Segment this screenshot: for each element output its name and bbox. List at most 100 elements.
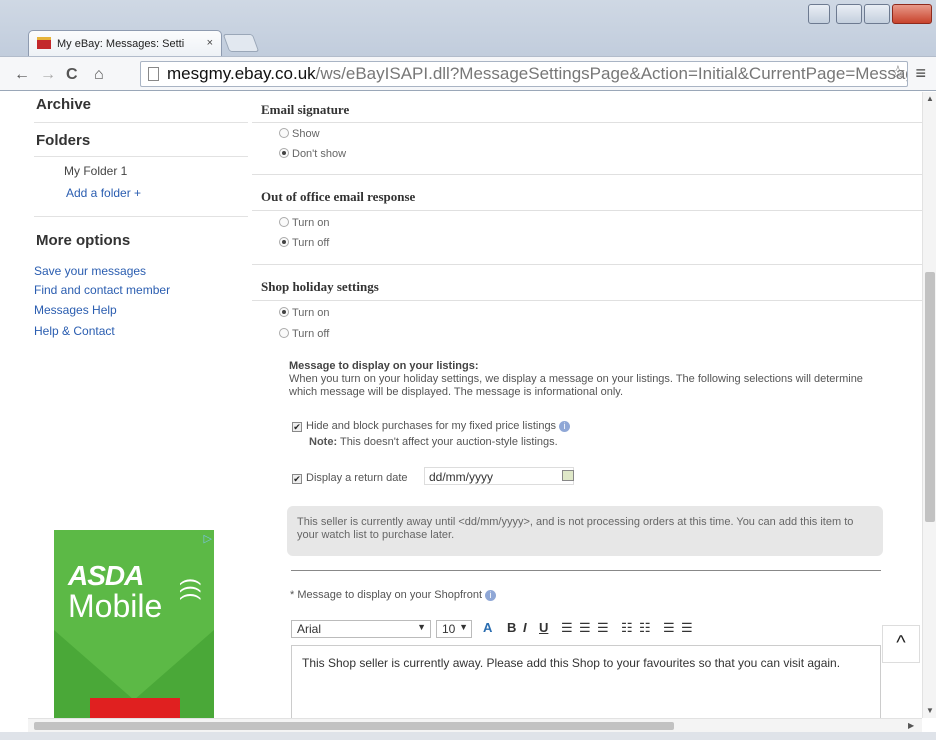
find-contact-member-link[interactable]: Find and contact member	[34, 283, 170, 297]
add-folder-link[interactable]: Add a folder +	[66, 186, 141, 200]
shop-holiday-turn-off-radio[interactable]: Turn off	[279, 328, 329, 340]
radio-icon	[279, 328, 289, 338]
shopfront-message-label: * Message to display on your Shopfront	[290, 589, 483, 601]
indent-icon[interactable]: ☰	[681, 620, 693, 636]
divider	[34, 216, 248, 217]
info-icon[interactable]: i	[559, 421, 571, 432]
close-window-button[interactable]	[892, 4, 932, 24]
align-right-icon[interactable]: ☰	[597, 620, 609, 636]
radio-icon	[279, 217, 289, 227]
scroll-to-top-button[interactable]: ^	[882, 625, 920, 663]
asda-mobile-ad[interactable]: ▷ ASDA Mobile )))	[54, 530, 214, 730]
sidebar: Archive Folders My Folder 1 Add a folder…	[28, 92, 250, 730]
window-bottom-edge	[0, 732, 936, 740]
bullet-list-icon[interactable]: ☷	[639, 620, 651, 636]
italic-icon[interactable]: I	[523, 620, 527, 635]
forward-button[interactable]: →	[40, 66, 56, 84]
return-date-label: Display a return date	[306, 472, 408, 484]
email-signature-show-radio[interactable]: Show	[279, 128, 320, 140]
align-left-icon[interactable]: ☰	[561, 620, 573, 636]
return-date-checkbox[interactable]: ✔	[292, 474, 302, 484]
editor-toolbar: Arial ▼ 10 ▼ A B I U ☰ ☰ ☰ ☷ ☷ ☰ ☰	[291, 617, 881, 641]
divider	[291, 570, 881, 571]
new-tab-button[interactable]	[222, 34, 260, 52]
url-path: /ws/eBayISAPI.dll?MessageSettingsPage&Ac…	[315, 64, 908, 83]
return-date-input[interactable]: dd/mm/yyyy	[424, 467, 574, 485]
help-contact-link[interactable]: Help & Contact	[34, 324, 115, 338]
out-of-office-turn-on-radio[interactable]: Turn on	[279, 217, 330, 229]
url-host: mesgmy.ebay.co.uk	[167, 64, 316, 83]
bold-icon[interactable]: B	[507, 620, 516, 635]
message-listings-description: When you turn on your holiday settings, …	[289, 373, 863, 398]
scroll-down-arrow-icon[interactable]: ▼	[926, 706, 934, 715]
reload-button[interactable]: C	[66, 66, 78, 84]
return-date-row: ✔ Display a return date	[292, 472, 408, 485]
text-color-icon[interactable]: A	[483, 620, 492, 635]
browser-menu-icon[interactable]: ≡	[915, 63, 926, 84]
out-of-office-turn-off-radio[interactable]: Turn off	[279, 237, 329, 249]
radio-icon	[279, 237, 289, 247]
shopfront-message-label-row: * Message to display on your Shopfront i	[290, 589, 497, 602]
out-of-office-heading: Out of office email response	[261, 189, 416, 204]
browser-tab[interactable]: My eBay: Messages: Setti ×	[28, 30, 222, 56]
outdent-icon[interactable]: ☰	[663, 620, 675, 636]
divider	[252, 210, 922, 211]
horizontal-scrollbar[interactable]: ▶	[28, 718, 922, 732]
underline-icon[interactable]: U	[539, 620, 548, 635]
hide-block-purchases-row: ✔ Hide and block purchases for my fixed p…	[292, 420, 571, 433]
radio-icon	[279, 307, 289, 317]
font-family-select[interactable]: Arial ▼	[291, 620, 431, 638]
chevron-down-icon: ▼	[417, 622, 426, 632]
hide-block-purchases-checkbox[interactable]: ✔	[292, 422, 302, 432]
back-button[interactable]: ←	[14, 66, 30, 84]
radio-icon	[279, 148, 289, 158]
ebay-favicon-icon	[37, 37, 51, 49]
ad-brand-mobile: Mobile	[68, 588, 163, 624]
font-size-select[interactable]: 10 ▼	[436, 620, 472, 638]
sidebar-item-my-folder-1[interactable]: My Folder 1	[64, 164, 127, 178]
scroll-up-arrow-icon[interactable]: ▲	[926, 94, 934, 103]
vertical-scroll-thumb[interactable]	[925, 272, 935, 522]
email-signature-dont-show-radio[interactable]: Don't show	[279, 148, 346, 160]
font-family-value: Arial	[297, 622, 322, 636]
ad-choices-icon[interactable]: ▷	[204, 532, 212, 545]
info-icon[interactable]: i	[485, 590, 497, 601]
auction-note: Note: This doesn't affect your auction-s…	[309, 436, 558, 449]
radio-label: Turn on	[292, 307, 330, 319]
font-size-value: 10	[442, 622, 456, 636]
minimize-button[interactable]	[836, 4, 862, 24]
home-button[interactable]: ⌂	[94, 66, 104, 84]
divider	[252, 122, 922, 123]
align-center-icon[interactable]: ☰	[579, 620, 591, 636]
note-label: Note:	[309, 436, 338, 448]
tab-title: My eBay: Messages: Setti	[57, 38, 185, 50]
more-options-heading: More options	[36, 232, 131, 249]
email-signature-heading: Email signature	[261, 102, 350, 117]
maximize-button[interactable]	[864, 4, 890, 24]
calendar-icon[interactable]	[562, 470, 574, 481]
vertical-scrollbar[interactable]: ▲ ▼	[922, 92, 936, 718]
message-listings-heading: Message to display on your listings:	[289, 360, 479, 372]
address-bar[interactable]: mesgmy.ebay.co.uk/ws/eBayISAPI.dll?Messa…	[140, 61, 908, 87]
shop-holiday-turn-on-radio[interactable]: Turn on	[279, 307, 330, 319]
save-messages-link[interactable]: Save your messages	[34, 264, 146, 278]
scroll-right-arrow-icon[interactable]: ▶	[908, 721, 914, 730]
numbered-list-icon[interactable]: ☷	[621, 620, 633, 636]
hide-block-purchases-label: Hide and block purchases for my fixed pr…	[306, 420, 557, 432]
sidebar-archive[interactable]: Archive	[36, 96, 91, 113]
user-icon[interactable]	[808, 4, 830, 24]
shopfront-message-editor[interactable]: This Shop seller is currently away. Plea…	[291, 645, 881, 718]
radio-label: Turn off	[292, 328, 330, 340]
browser-chrome: My eBay: Messages: Setti × ← → C ⌂ mesgm…	[0, 0, 936, 91]
messages-help-link[interactable]: Messages Help	[34, 303, 117, 317]
tab-close-icon[interactable]: ×	[207, 37, 213, 49]
page-icon	[148, 67, 159, 81]
shop-holiday-heading: Shop holiday settings	[261, 279, 379, 294]
divider	[252, 264, 922, 265]
radio-label: Turn off	[292, 237, 330, 249]
wifi-icon: )))	[175, 578, 201, 600]
bookmark-star-icon[interactable]: ☆	[890, 62, 906, 83]
horizontal-scroll-thumb[interactable]	[34, 722, 674, 730]
radio-label: Turn on	[292, 217, 330, 229]
radio-label: Don't show	[292, 148, 347, 160]
